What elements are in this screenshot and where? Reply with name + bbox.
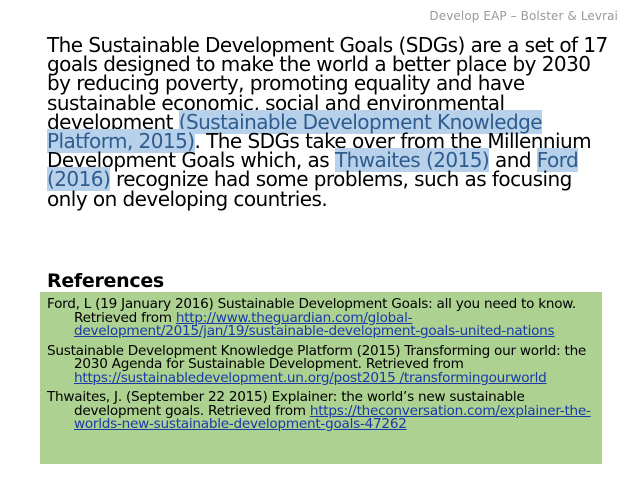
reference-item-sdkp: Sustainable Development Knowledge Platfo… — [47, 342, 595, 386]
slide-header: Develop EAP – Bolster & Levrai — [429, 9, 618, 23]
references-heading: References — [47, 270, 164, 292]
reference-item-thwaites: Thwaites, J. (September 22 2015) Explain… — [47, 390, 595, 432]
reference-text: Sustainable Development Knowledge Platfo… — [47, 342, 587, 372]
main-paragraph: The Sustainable Development Goals (SDGs)… — [47, 35, 617, 211]
reference-link[interactable]: https://sustainabledevelopment.un.org/po… — [74, 370, 547, 386]
paragraph-text-4: recognize had some problems, such as foc… — [47, 167, 572, 211]
references-box: Ford, L (19 January 2016) Sustainable De… — [40, 292, 602, 464]
reference-item-ford: Ford, L (19 January 2016) Sustainable De… — [47, 297, 595, 339]
